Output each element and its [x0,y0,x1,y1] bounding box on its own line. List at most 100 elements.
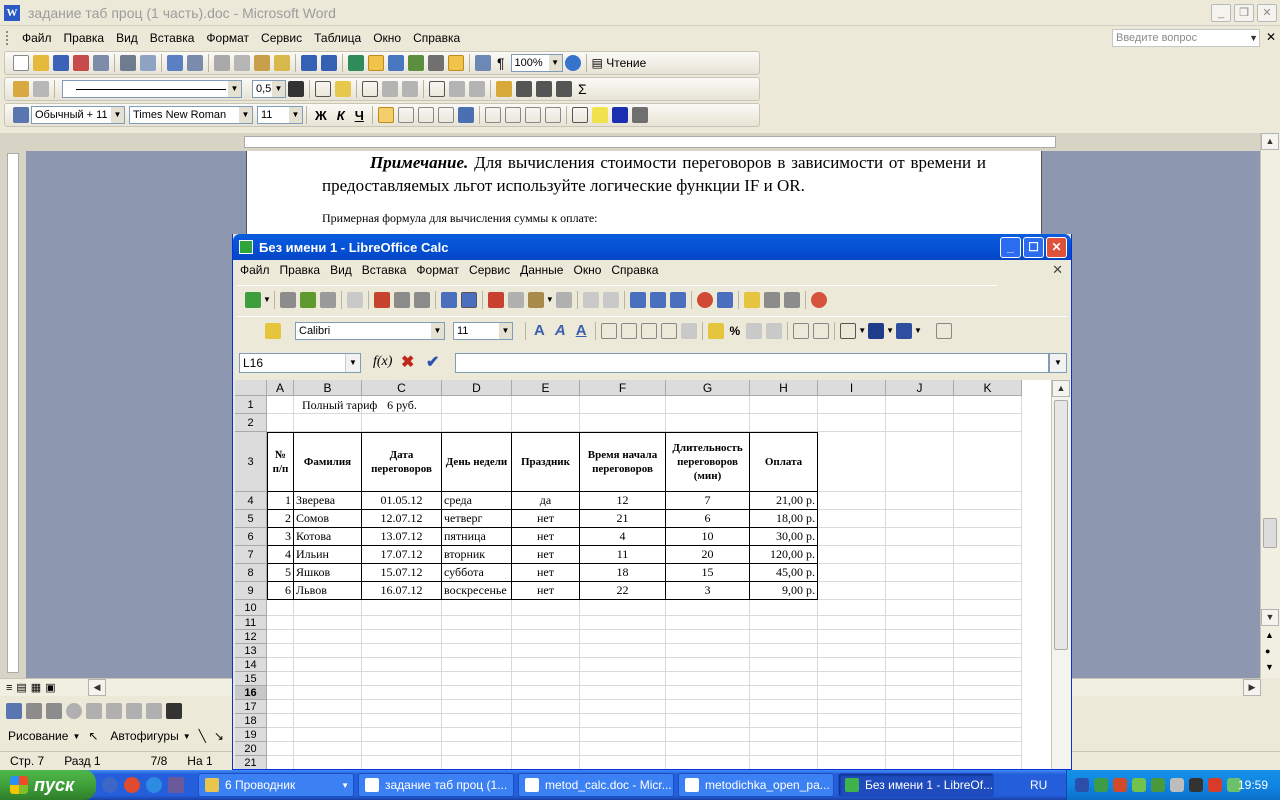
borders-icon[interactable] [315,81,331,97]
draw-menu-button[interactable]: Рисование [8,729,68,743]
calc-export-pdf-icon[interactable] [373,291,390,308]
highlight-icon[interactable] [591,107,608,123]
ask-question-input[interactable]: Введите вопрос [1112,29,1260,47]
distribute-rows-icon[interactable] [449,81,465,97]
word-close-button[interactable]: ✕ [1257,4,1277,22]
lower-tool-icon-9[interactable] [166,703,182,719]
calc-menu-view[interactable]: Вид [325,263,357,277]
arrow-tool-icon[interactable]: ↘ [214,729,224,743]
calc-datasources-icon[interactable] [783,291,800,308]
calc-clone-format-icon[interactable] [555,291,572,308]
column-header-h[interactable]: H [750,380,818,396]
cell-d5[interactable]: четверг [442,510,512,528]
calc-save-icon[interactable] [299,291,316,308]
row-header-11[interactable]: 11 [235,616,267,630]
word-scroll-thumb[interactable] [1263,518,1277,548]
font-combo[interactable]: Times New Roman ▼ [129,106,253,124]
cell-f9[interactable]: 22 [580,582,666,600]
cell-g6[interactable]: 10 [666,528,750,546]
font-color-icon[interactable] [611,107,628,123]
calc-chart-icon[interactable] [696,291,713,308]
tray-icon-2[interactable] [1094,778,1108,792]
column-header-a[interactable]: A [267,380,294,396]
calc-font-dropdown-icon[interactable]: ▼ [431,322,444,339]
table-header-f[interactable]: Время начала переговоров [580,432,666,492]
lower-tool-icon-6[interactable] [106,703,122,719]
column-header-c[interactable]: C [362,380,442,396]
calc-maximize-button[interactable]: ☐ [1023,237,1044,258]
column-header-e[interactable]: E [512,380,580,396]
insert-excel-icon[interactable] [408,55,424,71]
row-header-13[interactable]: 13 [235,644,267,658]
calc-minimize-button[interactable]: _ [1000,237,1021,258]
calc-menu-format[interactable]: Формат [411,263,464,277]
word-menu-window[interactable]: Окно [367,31,407,45]
permission-icon[interactable] [73,55,89,71]
word-menu-insert[interactable]: Вставка [144,31,201,45]
select-objects-icon[interactable]: ↖ [88,729,98,743]
cell-d6[interactable]: пятница [442,528,512,546]
font-dropdown-icon[interactable]: ▼ [239,107,252,123]
spelling-icon[interactable] [167,55,183,71]
calc-sidebar-icon[interactable] [935,322,952,339]
row-header-6[interactable]: 6 [235,528,267,546]
draw-table-icon[interactable] [13,81,29,97]
word-menu-file[interactable]: Файл [16,31,58,45]
align-left-icon[interactable] [377,107,394,123]
paste-icon[interactable] [254,55,270,71]
calc-borders-dropdown-icon[interactable]: ▼ [858,326,866,335]
word-menu-table[interactable]: Таблица [308,31,367,45]
table-header-g[interactable]: Длительность переговоров (мин) [666,432,750,492]
word-menu-edit[interactable]: Правка [58,31,111,45]
insert-table-icon[interactable] [388,55,404,71]
hyperlink-icon[interactable] [348,55,364,71]
calc-currency-icon[interactable] [707,322,724,339]
calc-open-icon[interactable] [279,291,296,308]
cell-c8[interactable]: 15.07.12 [362,564,442,582]
lower-tool-icon-3[interactable] [46,703,62,719]
row-header-21[interactable]: 21 [235,756,267,769]
cell-e9[interactable]: нет [512,582,580,600]
cell-a7[interactable]: 4 [267,546,294,564]
line-spacing-icon[interactable] [457,107,474,123]
ask-dropdown-icon[interactable]: ▼ [1249,29,1258,47]
cell-c6[interactable]: 13.07.12 [362,528,442,546]
word-vertical-scrollbar[interactable]: ▲ ▼ ▲ ● ▼ [1260,133,1280,678]
cell-b8[interactable]: Яшков [294,564,362,582]
cell-d7[interactable]: вторник [442,546,512,564]
word-app-icon[interactable]: W [4,4,20,21]
line-weight-combo[interactable]: 0,5 ▼ [252,80,286,98]
table-header-e[interactable]: Праздник [512,432,580,492]
cell-e7[interactable]: нет [512,546,580,564]
tray-volume-icon[interactable] [1170,778,1184,792]
calc-email-icon[interactable] [319,291,336,308]
cell-e6[interactable]: нет [512,528,580,546]
menu-grip[interactable] [6,31,10,45]
help-icon[interactable] [564,55,581,71]
calc-increase-indent-icon[interactable] [813,322,830,339]
cell-a4[interactable]: 1 [267,492,294,510]
task-word-2[interactable]: metod_calc.doc - Micr... [518,773,674,797]
calc-background-color-icon[interactable] [896,322,913,339]
tables-borders-icon[interactable] [368,55,384,71]
cell-h7[interactable]: 120,00 р. [750,546,818,564]
draw-menu-arrow-icon[interactable]: ▼ [72,732,80,741]
format-painter-icon[interactable] [274,55,290,71]
calc-pivot-icon[interactable] [716,291,733,308]
cell-h6[interactable]: 30,00 р. [750,528,818,546]
autoshapes-arrow-icon[interactable]: ▼ [183,732,191,741]
calc-spelling-icon[interactable] [440,291,457,308]
accept-formula-icon[interactable]: ✔ [426,352,439,372]
print-icon[interactable] [120,55,136,71]
cell-b6[interactable]: Котова [294,528,362,546]
font-size-combo[interactable]: 11 ▼ [257,106,303,124]
calc-scroll-up-icon[interactable]: ▲ [1052,380,1070,397]
open-icon[interactable] [33,55,49,71]
bold-button[interactable]: Ж [315,108,327,123]
tray-icon-4[interactable] [1132,778,1146,792]
calc-cut-icon[interactable] [487,291,504,308]
calc-redo-icon[interactable] [602,291,619,308]
column-header-d[interactable]: D [442,380,512,396]
sort-descending-icon[interactable] [556,81,572,97]
document-map-icon[interactable] [475,55,491,71]
